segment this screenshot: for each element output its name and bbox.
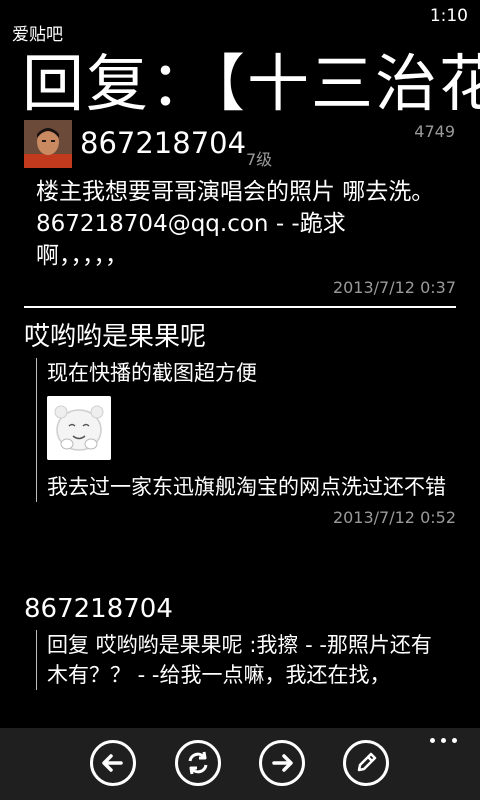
refresh-icon: [188, 751, 208, 775]
reply-item[interactable]: 867218704 回复 哎哟哟是果果呢 :我擦 - -那照片还有木有？？ - …: [24, 592, 464, 690]
back-arrow-icon: [102, 754, 123, 772]
forward-button[interactable]: [259, 740, 305, 786]
reply-body: 回复 哎哟哟是果果呢 :我擦 - -那照片还有木有？？ - -给我一点嘛，我还在…: [36, 630, 464, 690]
reply-text: 现在快播的截图超方便: [47, 361, 257, 385]
status-bar: 1:10: [0, 0, 480, 34]
op-header: 867218704 7级 4749: [24, 120, 464, 170]
op-username[interactable]: 867218704: [80, 126, 246, 160]
reply-author[interactable]: 哎哟哟是果果呢: [24, 320, 464, 354]
reply-body: 现在快播的截图超方便 我去过一家东迅旗舰淘宝的网点洗过还不错: [36, 358, 464, 502]
op-post-content: 楼主我想要哥哥演唱会的照片 哪去洗。 867218704@qq.con - -跪…: [36, 179, 435, 269]
reply-text: 回复 哎哟哟是果果呢 :我擦 - -那照片还有木有？？ - -给我一点嘛，我还在…: [47, 633, 432, 687]
status-time: 1:10: [429, 6, 468, 26]
back-button[interactable]: [90, 740, 136, 786]
app-title: 爱贴吧: [12, 25, 63, 45]
avatar[interactable]: [24, 120, 72, 168]
forward-arrow-icon: [272, 754, 293, 772]
reply-item[interactable]: 哎哟哟是果果呢 现在快播的截图超方便 我去过一家东迅旗舰淘宝的网点洗过还不错 2…: [24, 320, 464, 527]
reply-author[interactable]: 867218704: [24, 592, 464, 626]
op-post-time: 2013/7/12 0:37: [332, 278, 456, 297]
reply-text: 我去过一家东迅旗舰淘宝的网点洗过还不错: [47, 475, 446, 499]
edit-pencil-icon: [357, 752, 377, 772]
edit-button[interactable]: [343, 740, 389, 786]
sticker-image: [47, 396, 111, 460]
more-dots-icon[interactable]: [430, 736, 458, 746]
refresh-button[interactable]: [175, 740, 221, 786]
op-level-badge: 7级: [246, 150, 273, 169]
application-bar: [0, 728, 480, 800]
thread-title: 回复：【十三治花: [22, 47, 480, 120]
reply-time: 2013/7/12 0:52: [332, 508, 456, 527]
divider: [24, 306, 456, 308]
post-number: 4749: [414, 122, 455, 141]
